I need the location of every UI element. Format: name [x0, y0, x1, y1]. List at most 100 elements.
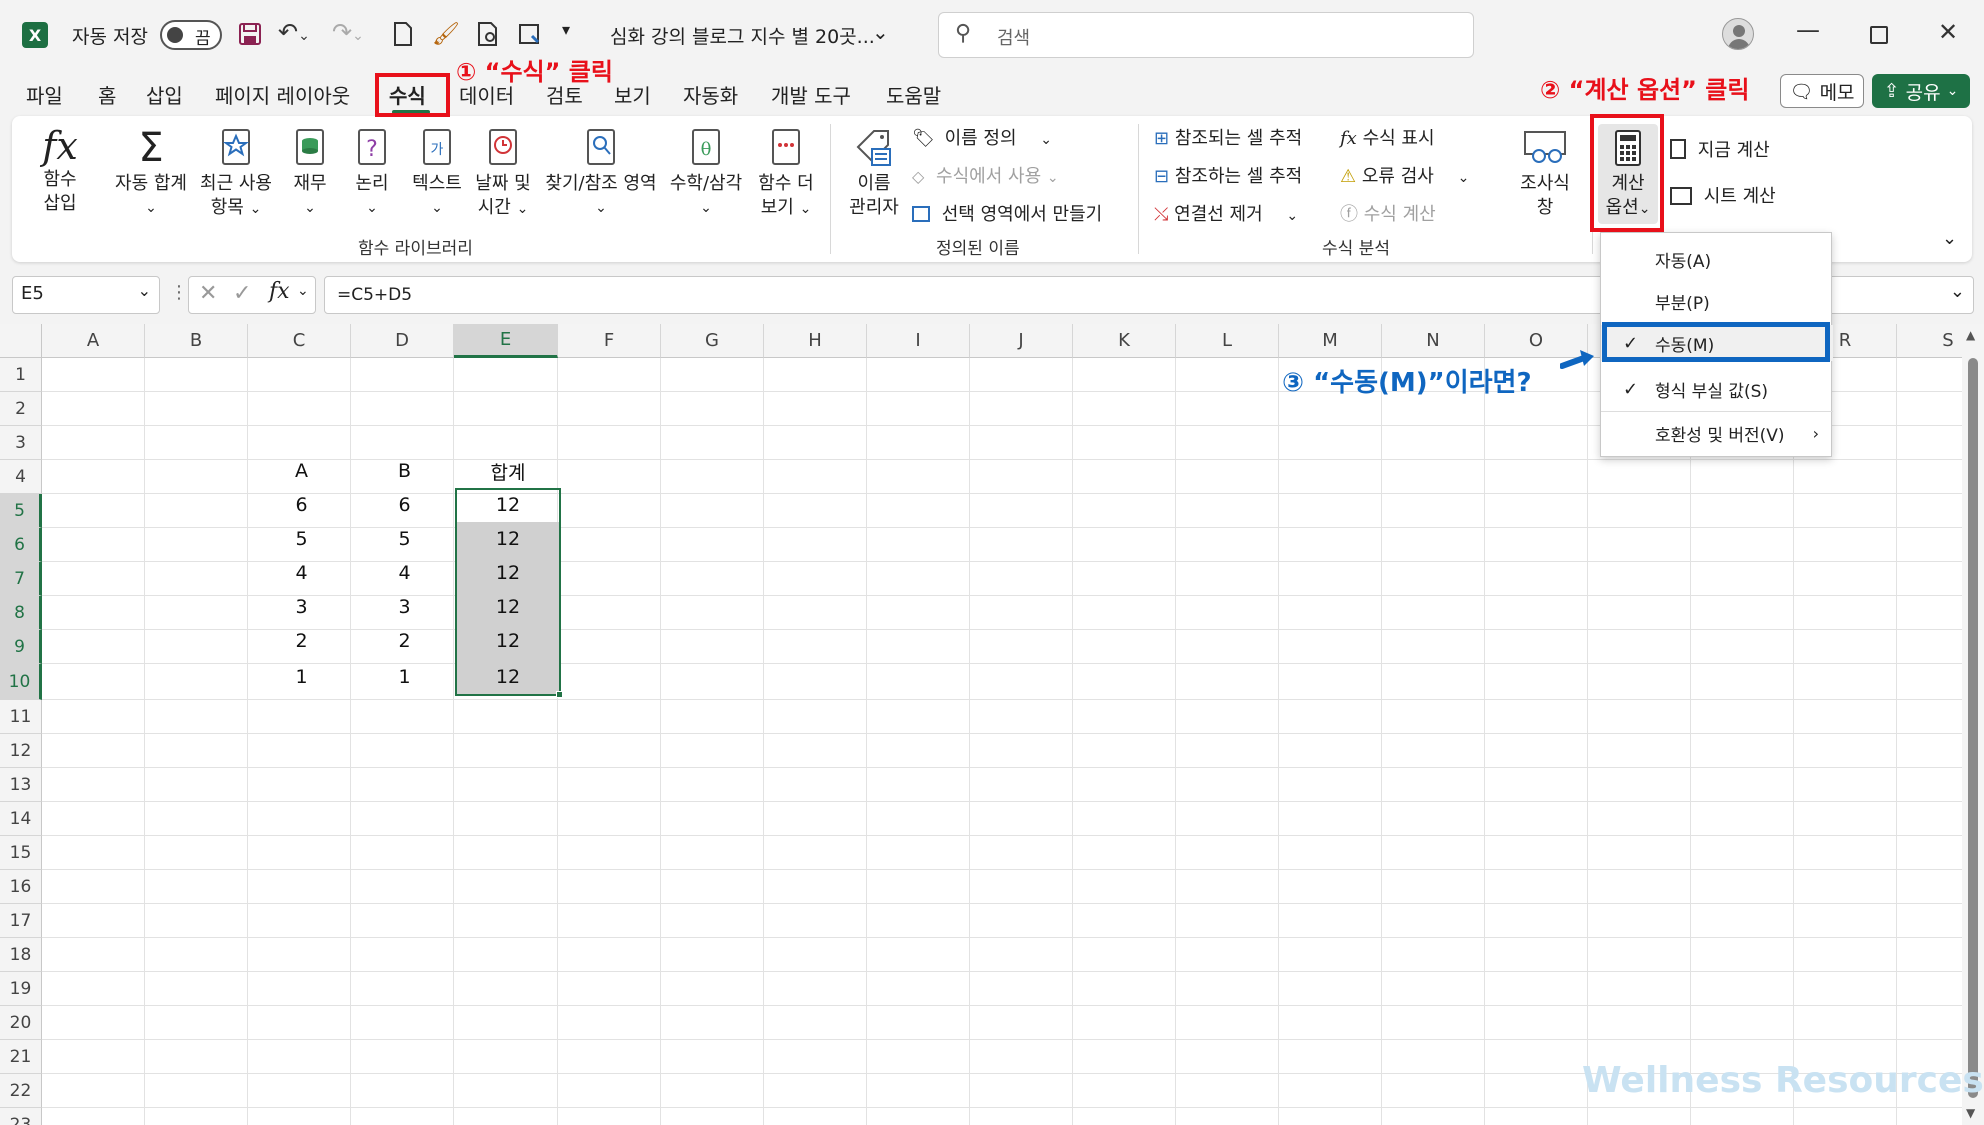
row-header-4[interactable]: 4 [0, 460, 42, 494]
save-icon[interactable] [236, 20, 264, 48]
autosave-toggle[interactable]: 끔 [160, 20, 222, 50]
cell-c7[interactable]: 4 [250, 556, 353, 590]
row-header-5[interactable]: 5 [0, 494, 42, 528]
cell-c9[interactable]: 2 [250, 624, 353, 658]
account-avatar[interactable] [1722, 18, 1754, 50]
lookup-button[interactable]: 찾기/참조 영역 ⌄ [540, 124, 662, 220]
define-name-button[interactable]: 🏷 이름 정의 ⌄ [912, 124, 1052, 150]
column-header-m[interactable]: M [1279, 324, 1382, 358]
tab-page-layout[interactable]: 페이지 레이아웃 [215, 80, 350, 109]
cell-c5[interactable]: 6 [250, 488, 353, 522]
row-header-15[interactable]: 15 [0, 836, 42, 870]
row-header-2[interactable]: 2 [0, 392, 42, 426]
redo-icon[interactable]: ↷⌄ [332, 18, 364, 46]
enter-icon[interactable]: ✓ [233, 281, 251, 306]
vertical-scrollbar[interactable]: ▲ ▼ [1962, 324, 1984, 1125]
remove-arrows-button[interactable]: ⤯ 연결선 제거 ⌄ [1154, 200, 1298, 226]
menu-item-compatibility[interactable]: 호환성 및 버전(V) › [1601, 415, 1833, 451]
fill-handle[interactable] [556, 691, 563, 698]
row-header-9[interactable]: 9 [0, 630, 42, 664]
insert-function-fx-icon[interactable]: fx [269, 279, 290, 304]
formula-bar-grip-icon[interactable]: ⋮ [170, 282, 188, 303]
tab-automate[interactable]: 자동화 [683, 80, 738, 109]
column-header-a[interactable]: A [42, 324, 145, 358]
name-box[interactable]: E5 ⌄ [12, 276, 160, 314]
scroll-up-icon[interactable]: ▲ [1966, 328, 1975, 342]
tab-home[interactable]: 홈 [98, 80, 116, 109]
cell-c6[interactable]: 5 [250, 522, 353, 556]
column-header-c[interactable]: C [248, 324, 351, 358]
document-title[interactable]: 심화 강의 블로그 지수 별 20곳... [610, 22, 875, 49]
collapse-ribbon-icon[interactable]: ⌄ [1942, 228, 1957, 249]
row-header-17[interactable]: 17 [0, 904, 42, 938]
recent-functions-button[interactable]: 최근 사용 항목 ⌄ [196, 124, 276, 221]
row-header-21[interactable]: 21 [0, 1040, 42, 1074]
title-chevron-icon[interactable]: ⌄ [872, 20, 889, 44]
name-manager-button[interactable]: 이름 관리자 [842, 124, 906, 220]
tab-help[interactable]: 도움말 [886, 80, 941, 109]
error-checking-button[interactable]: ⚠ 오류 검사 ⌄ [1340, 162, 1469, 188]
scrollbar-thumb[interactable] [1968, 358, 1978, 1098]
calculate-sheet-button[interactable]: 시트 계산 [1670, 182, 1776, 208]
logical-button[interactable]: ? 논리 ⌄ [344, 124, 400, 220]
undo-icon[interactable]: ↶⌄ [278, 18, 310, 46]
tab-view[interactable]: 보기 [614, 80, 651, 109]
cell-d8[interactable]: 3 [353, 590, 456, 624]
row-header-12[interactable]: 12 [0, 734, 42, 768]
evaluate-formula-button[interactable]: ⓕ 수식 계산 [1340, 200, 1436, 226]
datetime-button[interactable]: 날짜 및 시간 ⌄ [470, 124, 536, 221]
row-header-23[interactable]: 23 [0, 1108, 42, 1125]
row-header-1[interactable]: 1 [0, 358, 42, 392]
calculate-now-button[interactable]: 지금 계산 [1670, 136, 1770, 162]
row-header-14[interactable]: 14 [0, 802, 42, 836]
row-header-19[interactable]: 19 [0, 972, 42, 1006]
more-functions-button[interactable]: 함수 더 보기 ⌄ [748, 124, 824, 221]
select-all-corner[interactable] [0, 324, 42, 358]
trace-precedents-button[interactable]: ⊞ 참조되는 셀 추적 [1154, 124, 1302, 150]
close-icon[interactable]: ✕ [1938, 18, 1958, 46]
financial-button[interactable]: 재무 ⌄ [282, 124, 338, 220]
row-header-10[interactable]: 10 [0, 664, 42, 700]
memo-button[interactable]: 🗨 메모 [1780, 74, 1864, 108]
column-header-l[interactable]: L [1176, 324, 1279, 358]
row-header-16[interactable]: 16 [0, 870, 42, 904]
expand-formula-icon[interactable]: ⌄ [1950, 281, 1965, 302]
column-header-j[interactable]: J [970, 324, 1073, 358]
minimize-icon[interactable]: — [1796, 16, 1820, 44]
cell-d9[interactable]: 2 [353, 624, 456, 658]
menu-item-iterative[interactable]: ✓ 형식 부실 값(S) [1601, 371, 1833, 407]
insert-function-button[interactable]: fx 함수 삽입 [28, 124, 92, 216]
cell-c8[interactable]: 3 [250, 590, 353, 624]
new-file-icon[interactable] [390, 20, 416, 48]
row-header-20[interactable]: 20 [0, 1006, 42, 1040]
column-header-b[interactable]: B [145, 324, 248, 358]
column-header-f[interactable]: F [558, 324, 661, 358]
maximize-icon[interactable] [1870, 26, 1888, 44]
row-header-3[interactable]: 3 [0, 426, 42, 460]
column-header-n[interactable]: N [1382, 324, 1485, 358]
column-header-g[interactable]: G [661, 324, 764, 358]
format-painter-icon[interactable]: 🖌 [432, 20, 460, 48]
row-header-22[interactable]: 22 [0, 1074, 42, 1108]
share-button[interactable]: ⇪ 공유 ⌄ [1872, 74, 1970, 108]
column-header-d[interactable]: D [351, 324, 454, 358]
cell-d7[interactable]: 4 [353, 556, 456, 590]
cancel-icon[interactable]: ✕ [199, 281, 217, 306]
text-functions-button[interactable]: 가 텍스트 ⌄ [404, 124, 470, 220]
row-header-11[interactable]: 11 [0, 700, 42, 734]
cell-c10[interactable]: 1 [250, 660, 353, 694]
row-header-8[interactable]: 8 [0, 596, 42, 630]
customize-toolbar-icon[interactable]: ▾ [562, 20, 570, 39]
scroll-down-icon[interactable]: ▼ [1966, 1106, 1975, 1120]
cell-d10[interactable]: 1 [353, 660, 456, 694]
row-header-18[interactable]: 18 [0, 938, 42, 972]
cell-d5[interactable]: 6 [353, 488, 456, 522]
row-header-13[interactable]: 13 [0, 768, 42, 802]
print-preview-icon[interactable] [474, 20, 502, 48]
cell-d6[interactable]: 5 [353, 522, 456, 556]
use-in-formula-button[interactable]: ◇ 수식에서 사용 ⌄ [912, 162, 1059, 188]
column-header-h[interactable]: H [764, 324, 867, 358]
autosum-button[interactable]: Σ 자동 합계 ⌄ [108, 124, 194, 220]
menu-item-automatic[interactable]: 자동(A) [1601, 241, 1833, 277]
watch-window-button[interactable]: 조사식 창 [1508, 124, 1582, 220]
